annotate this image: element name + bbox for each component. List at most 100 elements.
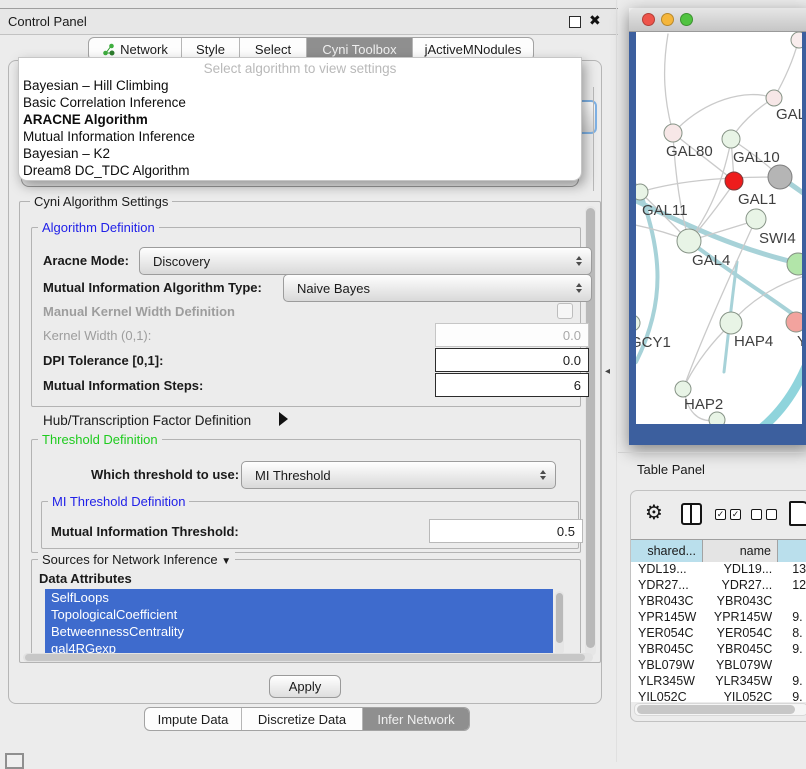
network-edge[interactable] [665,34,673,133]
column-header-shared[interactable]: shared... [631,540,703,562]
mi-threshold-input[interactable]: 0.5 [429,519,583,543]
zoom-button[interactable] [680,13,693,26]
network-node[interactable] [725,172,743,190]
tab-impute-data[interactable]: Impute Data [145,708,242,730]
hub-definition-toggle[interactable]: Hub/Transcription Factor Definition [43,413,251,428]
table-row[interactable]: YLR345WYLR345W9. [631,674,806,690]
document-icon[interactable] [789,501,806,526]
table-cell: YBL079W [702,658,776,674]
attribute-item-topologicalcoefficient[interactable]: TopologicalCoefficient [45,606,553,623]
kernel-width-input[interactable]: 0.0 [435,323,589,347]
mi-algorithm-type-label: Mutual Information Algorithm Type: [43,280,262,295]
stepper-icon [540,470,546,480]
network-edge[interactable] [640,177,778,192]
network-edge[interactable] [673,95,774,133]
apply-button[interactable]: Apply [269,675,341,698]
network-node[interactable] [746,209,766,229]
aracne-mode-select[interactable]: Discovery [139,247,592,275]
table-header[interactable]: shared...name [631,539,806,563]
collapse-panel-arrow-icon[interactable]: ◂ [605,366,610,377]
table-rows[interactable]: YDL19...YDL19...13YDR27...YDR27...12YBR0… [631,562,806,702]
network-node[interactable] [636,315,640,331]
algorithm-dropdown[interactable]: Select algorithm to view settings Bayesi… [18,57,582,181]
table-row[interactable]: YDL19...YDL19...13 [631,562,806,578]
network-node[interactable] [720,312,742,334]
gear-icon[interactable]: ⚙ [645,500,663,525]
node-label: GAL11 [642,202,688,219]
network-node[interactable] [766,90,782,106]
network-node[interactable] [636,184,648,200]
algorithm-option-bayesian-k2[interactable]: Bayesian – K2 [23,145,577,162]
manual-kernel-checkbox[interactable] [557,303,573,319]
table-row[interactable]: YDR27...YDR27...12 [631,578,806,594]
dropdown-items[interactable]: Bayesian – Hill ClimbingBasic Correlatio… [23,77,577,179]
network-node[interactable] [664,124,682,142]
column-header-name[interactable]: name [703,540,778,562]
dpi-tolerance-input[interactable]: 0.0 [435,348,589,372]
network-window-titlebar[interactable] [629,8,806,32]
stepper-icon [576,283,582,293]
select-all-columns-icon[interactable]: ✓✓ [715,509,745,527]
collapse-arrow-icon[interactable]: ▼ [221,556,231,567]
node-label: HAP2 [684,396,723,413]
float-icon[interactable] [569,16,581,28]
attributes-list-scrollbar[interactable] [555,591,564,655]
mi-algorithm-type-select[interactable]: Naive Bayes [283,274,592,302]
table-toolbar: ⚙ ✓✓ [631,491,806,539]
mi-steps-label: Mutual Information Steps: [43,378,203,393]
tab-infer-network[interactable]: Infer Network [363,708,469,730]
network-node[interactable] [768,165,792,189]
network-node[interactable] [786,312,802,332]
settings-hscrollbar[interactable] [23,653,593,662]
network-graph[interactable]: GALGAL80GAL10GAL11GAL1SWI4GAL4GCY1HAP4YH… [636,32,802,424]
network-node[interactable] [787,253,802,275]
algorithm-option-dream8-dc-tdc-algorithm[interactable]: Dream8 DC_TDC Algorithm [23,162,577,179]
minimize-button[interactable] [661,13,674,26]
network-node[interactable] [675,381,691,397]
kernel-width-label: Kernel Width (0,1): [43,328,151,343]
network-node[interactable] [709,412,725,424]
group-title: MI Threshold Definition [48,494,189,509]
dropdown-placeholder: Select algorithm to view settings [19,61,581,76]
column-header-2[interactable] [778,540,806,562]
network-canvas[interactable]: GALGAL80GAL10GAL11GAL1SWI4GAL4GCY1HAP4YH… [636,32,802,424]
group-title: Sources for Network Inference [42,552,218,567]
attribute-item-selfloops[interactable]: SelfLoops [45,589,553,606]
corner-widget-fragment[interactable] [5,753,24,769]
attribute-item-betweennesscentrality[interactable]: BetweennessCentrality [45,623,553,640]
table-cell: YDL19... [631,562,702,578]
data-attributes-list[interactable]: SelfLoopsTopologicalCoefficientBetweenne… [45,589,553,659]
network-node[interactable] [791,32,802,48]
network-icon [102,43,115,56]
network-edge[interactable] [774,42,798,98]
expand-arrow-icon[interactable] [279,412,288,426]
algorithm-option-mutual-information-inference[interactable]: Mutual Information Inference [23,128,577,145]
table-row[interactable]: YER054CYER054C8. [631,626,806,642]
table-row[interactable]: YPR145WYPR145W9. [631,610,806,626]
table-cell: YBR045C [631,642,702,658]
table-row[interactable]: YBR045CYBR045C9. [631,642,806,658]
close-icon[interactable]: ✖ [589,12,601,29]
table-row[interactable]: YBR043CYBR043C [631,594,806,610]
split-view-icon[interactable] [681,503,702,525]
algorithm-option-bayesian-hill-climbing[interactable]: Bayesian – Hill Climbing [23,77,577,94]
table-row[interactable]: YBL079WYBL079W [631,658,806,674]
which-threshold-select[interactable]: MI Threshold [241,461,556,489]
network-node[interactable] [677,229,701,253]
table-row[interactable]: YIL052CYIL052C9. [631,690,806,702]
table-cell: YIL052C [702,690,776,702]
tab-discretize-data[interactable]: Discretize Data [242,708,363,730]
tab-label: Cyni Toolbox [322,42,396,57]
which-threshold-label: Which threshold to use: [91,467,239,482]
algorithm-option-aracne-algorithm[interactable]: ARACNE Algorithm [23,111,577,128]
table-hscrollbar[interactable] [634,703,806,716]
network-edge[interactable] [684,325,730,387]
table-cell: YER054C [702,626,776,642]
stepper-icon [576,256,582,266]
unselect-all-columns-icon[interactable] [751,509,781,527]
mi-steps-input[interactable]: 6 [435,373,589,397]
network-node[interactable] [722,130,740,148]
algorithm-option-basic-correlation-inference[interactable]: Basic Correlation Inference [23,94,577,111]
close-button[interactable] [642,13,655,26]
manual-kernel-width-label: Manual Kernel Width Definition [43,304,235,319]
